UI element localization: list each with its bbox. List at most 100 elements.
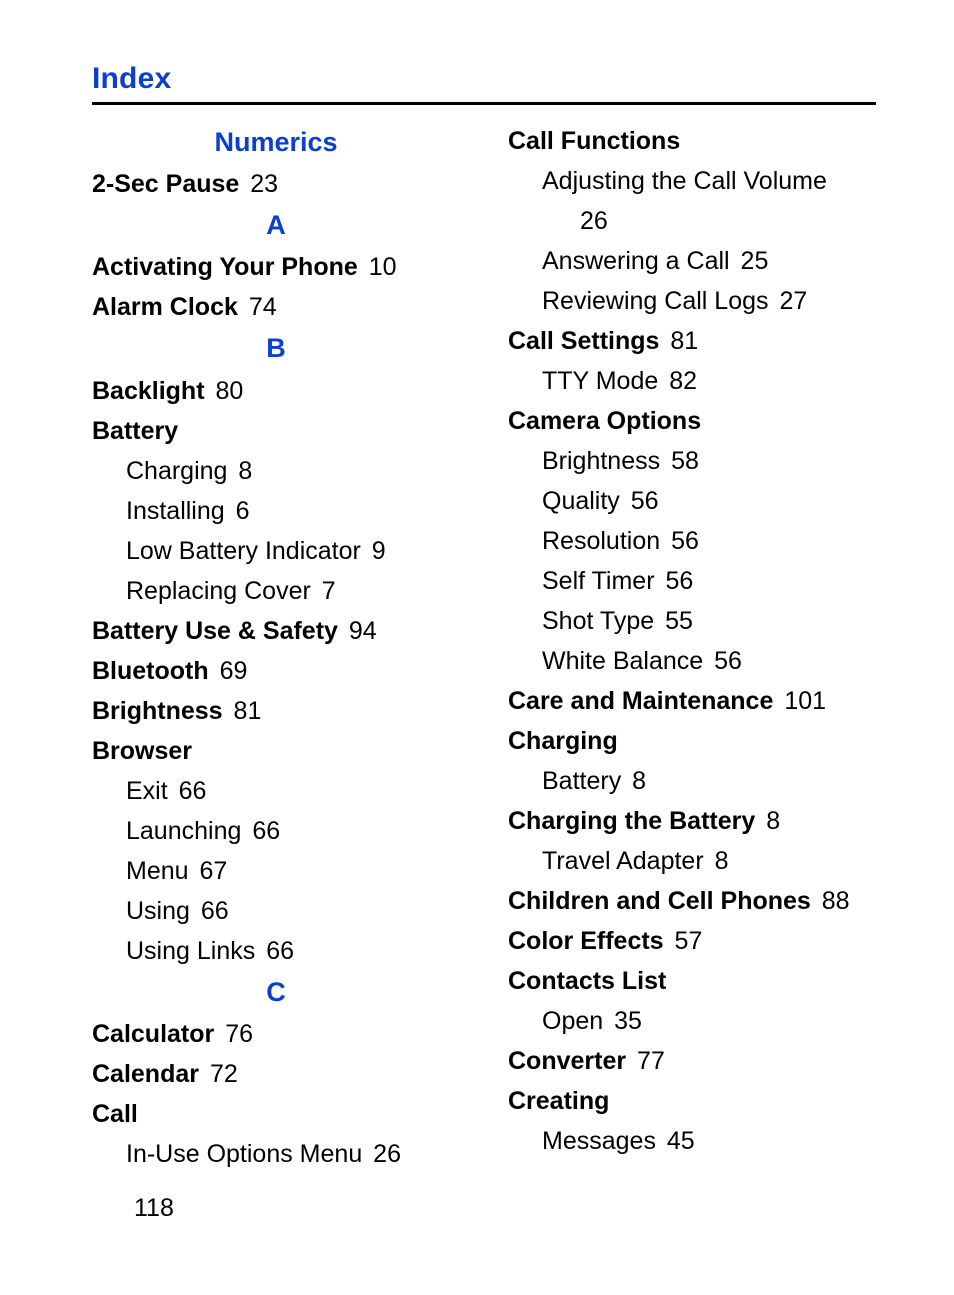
index-entry: Color Effects 57 xyxy=(508,921,876,961)
subentry-label: Using xyxy=(126,897,190,925)
index-subentry: Menu 67 xyxy=(92,851,446,891)
index-entry: Call Functions xyxy=(508,121,876,161)
index-columns: Numerics 2-Sec Pause 23 A Activating You… xyxy=(92,121,876,1174)
index-entry: Converter 77 xyxy=(508,1041,876,1081)
index-subentry: Battery 8 xyxy=(508,761,862,801)
page-ref[interactable]: 9 xyxy=(372,537,386,565)
page-ref[interactable]: 58 xyxy=(671,447,699,475)
page-ref[interactable]: 8 xyxy=(238,457,252,485)
index-subentry: Low Battery Indicator 9 xyxy=(92,531,446,571)
page-ref[interactable]: 69 xyxy=(220,657,248,685)
page-ref[interactable]: 8 xyxy=(766,807,780,835)
subentry-label: Open xyxy=(542,1007,603,1035)
index-subentry: Self Timer 56 xyxy=(508,561,862,601)
index-entry: Call Settings 81 xyxy=(508,321,876,361)
subentry-label: Quality xyxy=(542,487,620,515)
index-entry: Contacts List xyxy=(508,961,876,1001)
index-entry: Creating xyxy=(508,1081,876,1121)
subentry-label: Self Timer xyxy=(542,567,655,595)
index-subentry: Travel Adapter 8 xyxy=(508,841,862,881)
page-title: Index xyxy=(92,62,876,96)
index-subentry: White Balance 56 xyxy=(508,641,862,681)
index-subentry: Using Links 66 xyxy=(92,931,446,971)
section-c: C xyxy=(92,971,460,1014)
index-term: Children and Cell Phones xyxy=(508,887,811,915)
subentry-label: Battery xyxy=(542,767,621,795)
index-term: Calculator xyxy=(92,1020,214,1048)
index-entry: 2-Sec Pause 23 xyxy=(92,164,460,204)
index-term: Care and Maintenance xyxy=(508,687,773,715)
page-ref[interactable]: 35 xyxy=(614,1007,642,1035)
subentry-label: Exit xyxy=(126,777,168,805)
page-ref[interactable]: 55 xyxy=(665,607,693,635)
index-entry: Bluetooth 69 xyxy=(92,651,460,691)
subentry-label: White Balance xyxy=(542,647,703,675)
index-subentry: Replacing Cover 7 xyxy=(92,571,446,611)
page-ref[interactable]: 6 xyxy=(236,497,250,525)
index-term: Call Functions xyxy=(508,127,680,155)
index-entry: Call xyxy=(92,1094,460,1134)
subentry-label: Launching xyxy=(126,817,241,845)
index-entry: Camera Options xyxy=(508,401,876,441)
page-ref[interactable]: 94 xyxy=(349,617,377,645)
page-ref[interactable]: 81 xyxy=(234,697,262,725)
page-ref[interactable]: 26 xyxy=(373,1140,401,1168)
page-ref[interactable]: 81 xyxy=(670,327,698,355)
page-ref[interactable]: 56 xyxy=(631,487,659,515)
page-ref[interactable]: 7 xyxy=(322,577,336,605)
page-ref[interactable]: 76 xyxy=(225,1020,253,1048)
index-term: Activating Your Phone xyxy=(92,253,358,281)
index-entry: Backlight 80 xyxy=(92,371,460,411)
page-ref[interactable]: 23 xyxy=(250,170,278,198)
page-ref[interactable]: 57 xyxy=(675,927,703,955)
subentry-label: Adjusting the Call Volume xyxy=(542,167,827,195)
page-ref[interactable]: 66 xyxy=(252,817,280,845)
index-term: Battery xyxy=(92,417,178,445)
page-ref[interactable]: 67 xyxy=(200,857,228,885)
title-rule xyxy=(92,102,876,105)
page-ref[interactable]: 56 xyxy=(665,567,693,595)
index-entry: Browser xyxy=(92,731,460,771)
page-ref[interactable]: 56 xyxy=(671,527,699,555)
subentry-label: Answering a Call xyxy=(542,247,730,275)
index-subentry: In-Use Options Menu 26 xyxy=(92,1134,446,1174)
page-ref[interactable]: 72 xyxy=(210,1060,238,1088)
page-ref[interactable]: 26 xyxy=(580,207,608,235)
index-entry: Calendar 72 xyxy=(92,1054,460,1094)
index-subentry: Using 66 xyxy=(92,891,446,931)
index-term: Call Settings xyxy=(508,327,659,355)
page-ref[interactable]: 8 xyxy=(632,767,646,795)
index-term: Calendar xyxy=(92,1060,199,1088)
index-term: Battery Use & Safety xyxy=(92,617,338,645)
index-term: Call xyxy=(92,1100,138,1128)
index-entry: Charging the Battery 8 xyxy=(508,801,876,841)
page-ref[interactable]: 80 xyxy=(215,377,243,405)
page-ref[interactable]: 66 xyxy=(179,777,207,805)
column-left: Numerics 2-Sec Pause 23 A Activating You… xyxy=(92,121,460,1174)
index-subentry: Brightness 58 xyxy=(508,441,862,481)
index-term: Backlight xyxy=(92,377,205,405)
subentry-label: Charging xyxy=(126,457,227,485)
index-subentry: Messages 45 xyxy=(508,1121,862,1161)
index-subentry: TTY Mode 82 xyxy=(508,361,862,401)
page-ref[interactable]: 82 xyxy=(669,367,697,395)
page-ref[interactable]: 25 xyxy=(741,247,769,275)
subentry-label: Using Links xyxy=(126,937,255,965)
page-ref[interactable]: 45 xyxy=(667,1127,695,1155)
page-ref[interactable]: 8 xyxy=(715,847,729,875)
page-ref[interactable]: 10 xyxy=(369,253,397,281)
page-ref[interactable]: 27 xyxy=(779,287,807,315)
index-subentry: Quality 56 xyxy=(508,481,862,521)
page-ref[interactable]: 66 xyxy=(266,937,294,965)
page-ref[interactable]: 77 xyxy=(637,1047,665,1075)
page-ref[interactable]: 88 xyxy=(822,887,850,915)
page-ref[interactable]: 56 xyxy=(714,647,742,675)
index-entry: Calculator 76 xyxy=(92,1014,460,1054)
section-b: B xyxy=(92,327,460,370)
page-ref[interactable]: 66 xyxy=(201,897,229,925)
page-ref[interactable]: 74 xyxy=(249,293,277,321)
index-entry: Alarm Clock 74 xyxy=(92,287,460,327)
subentry-label: Replacing Cover xyxy=(126,577,311,605)
index-term: Charging the Battery xyxy=(508,807,755,835)
page-ref[interactable]: 101 xyxy=(784,687,826,715)
